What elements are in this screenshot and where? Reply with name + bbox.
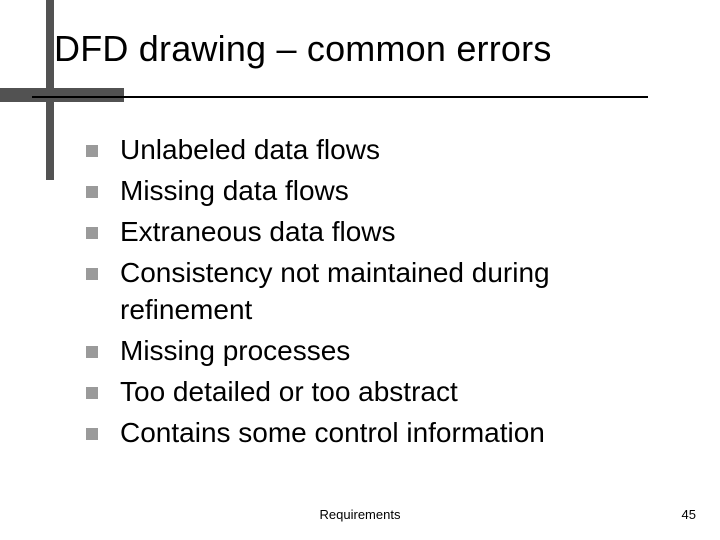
square-bullet-icon [86,428,98,440]
square-bullet-icon [86,145,98,157]
list-item: Extraneous data flows [86,214,650,251]
list-item-text: Extraneous data flows [120,214,396,251]
footer-label: Requirements [0,507,720,522]
square-bullet-icon [86,227,98,239]
bullet-list: Unlabeled data flows Missing data flows … [86,132,650,456]
square-bullet-icon [86,186,98,198]
title-underline [32,96,648,98]
title-area: DFD drawing – common errors [54,28,680,79]
square-bullet-icon [86,346,98,358]
list-item-text: Missing data flows [120,173,349,210]
list-item: Consistency not maintained during refine… [86,255,650,329]
list-item-text: Contains some control information [120,415,545,452]
list-item-text: Unlabeled data flows [120,132,380,169]
list-item-text: Consistency not maintained during refine… [120,255,650,329]
accent-horizontal-bar [0,88,124,102]
slide-title: DFD drawing – common errors [54,28,680,69]
page-number: 45 [682,507,696,522]
list-item-text: Missing processes [120,333,350,370]
list-item: Missing processes [86,333,650,370]
list-item: Too detailed or too abstract [86,374,650,411]
list-item-text: Too detailed or too abstract [120,374,458,411]
list-item: Contains some control information [86,415,650,452]
square-bullet-icon [86,387,98,399]
square-bullet-icon [86,268,98,280]
slide: DFD drawing – common errors Unlabeled da… [0,0,720,540]
list-item: Unlabeled data flows [86,132,650,169]
list-item: Missing data flows [86,173,650,210]
